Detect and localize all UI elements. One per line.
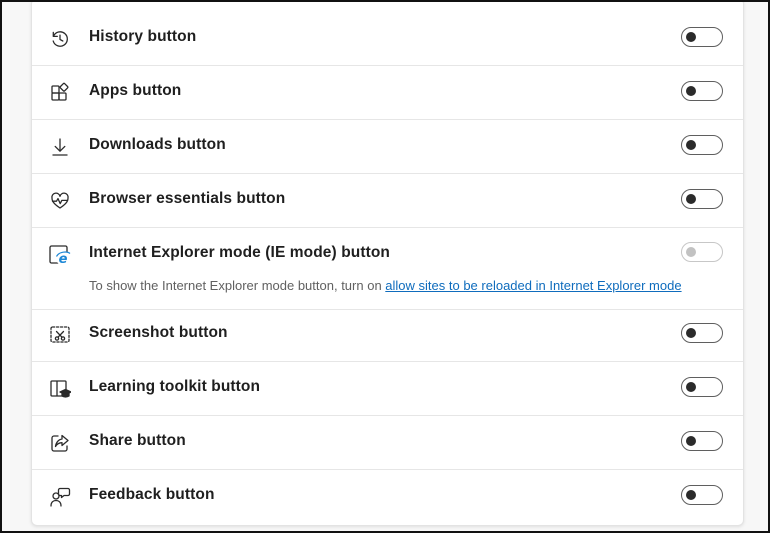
setting-label: History button <box>89 28 197 45</box>
setting-label: Apps button <box>89 82 182 99</box>
svg-text:e: e <box>59 252 68 266</box>
learning-toolkit-button-toggle[interactable] <box>681 377 723 397</box>
toggle-knob <box>686 490 696 500</box>
toggle-knob <box>686 86 696 96</box>
setting-label: Share button <box>89 432 186 449</box>
setting-label: Feedback button <box>89 486 215 503</box>
learning-toolkit-icon <box>49 378 71 400</box>
toggle-knob <box>686 328 696 338</box>
setting-row-history: History button <box>32 13 743 66</box>
toolbar-buttons-settings-card: History button Apps button Downloads but… <box>31 2 744 526</box>
setting-label: Screenshot button <box>89 324 228 341</box>
setting-label: Browser essentials button <box>89 190 286 207</box>
setting-row-learning-toolkit: Learning toolkit button <box>32 363 743 416</box>
toggle-knob <box>686 194 696 204</box>
internet-explorer-icon: e <box>49 244 71 266</box>
setting-label: Downloads button <box>89 136 226 153</box>
ie-mode-button-toggle <box>681 242 723 262</box>
downloads-button-toggle[interactable] <box>681 135 723 155</box>
toggle-knob <box>686 382 696 392</box>
apps-button-toggle[interactable] <box>681 81 723 101</box>
share-button-toggle[interactable] <box>681 431 723 451</box>
setting-label: Learning toolkit button <box>89 378 261 395</box>
screenshot-frame: History button Apps button Downloads but… <box>0 0 770 533</box>
toggle-knob <box>686 32 696 42</box>
browser-essentials-button-toggle[interactable] <box>681 189 723 209</box>
history-icon <box>49 28 71 50</box>
toggle-knob <box>686 436 696 446</box>
share-icon <box>49 432 71 454</box>
toggle-knob <box>686 140 696 150</box>
setting-row-screenshot: Screenshot button <box>32 309 743 362</box>
screenshot-icon <box>49 324 71 346</box>
heart-pulse-icon <box>49 190 71 212</box>
ie-mode-description: To show the Internet Explorer mode butto… <box>89 278 682 293</box>
setting-row-share: Share button <box>32 417 743 470</box>
setting-row-apps: Apps button <box>32 67 743 120</box>
apps-icon <box>49 82 71 104</box>
setting-row-browser-essentials: Browser essentials button <box>32 175 743 228</box>
description-text: To show the Internet Explorer mode butto… <box>89 278 386 293</box>
toggle-knob <box>686 247 696 257</box>
setting-row-ie-mode: e Internet Explorer mode (IE mode) butto… <box>32 229 743 310</box>
setting-row-feedback: Feedback button <box>32 471 743 524</box>
setting-row-downloads: Downloads button <box>32 121 743 174</box>
setting-label: Internet Explorer mode (IE mode) button <box>89 244 390 261</box>
download-icon <box>49 136 71 158</box>
screenshot-button-toggle[interactable] <box>681 323 723 343</box>
feedback-icon <box>49 486 71 508</box>
allow-ie-reload-link[interactable]: allow sites to be reloaded in Internet E… <box>385 278 681 293</box>
feedback-button-toggle[interactable] <box>681 485 723 505</box>
history-button-toggle[interactable] <box>681 27 723 47</box>
